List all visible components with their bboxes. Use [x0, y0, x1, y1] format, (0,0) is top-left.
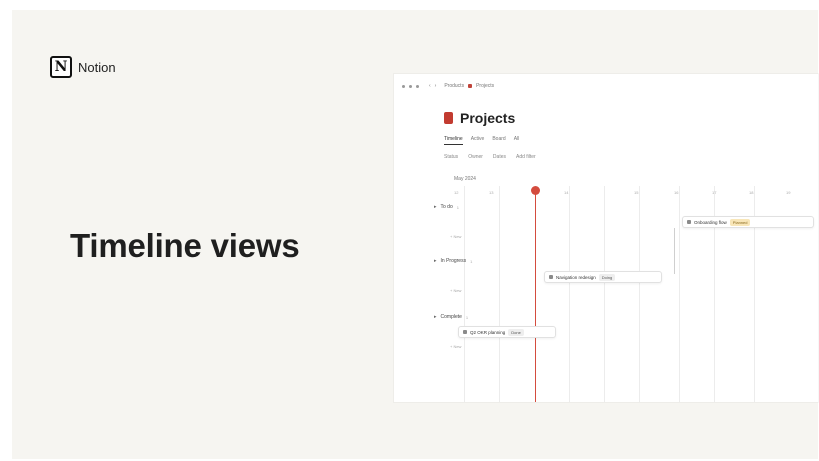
document-icon: [463, 330, 467, 334]
column-label: 17: [712, 190, 717, 195]
projects-icon: [444, 112, 453, 124]
group-complete[interactable]: ▸ Complete 1: [434, 314, 468, 320]
app-topbar: ‹ › Products Projects: [394, 80, 818, 92]
tab-timeline[interactable]: Timeline: [444, 136, 463, 145]
filter-bar: Status Owner Dates Add filter: [444, 154, 536, 160]
task-label: Onboarding flow: [694, 219, 727, 225]
add-filter-button[interactable]: Add filter: [516, 154, 536, 160]
column-label: 18: [749, 190, 754, 195]
breadcrumb-products[interactable]: Products: [444, 83, 464, 89]
window-control-icon[interactable]: [409, 84, 412, 88]
timeline-item[interactable]: Onboarding flow Planned: [682, 216, 814, 228]
group-todo[interactable]: ▸ To do 1: [434, 204, 459, 210]
new-row-button[interactable]: + New: [450, 344, 461, 349]
timeline-item[interactable]: Navigation redesign Doing: [544, 271, 662, 283]
task-label: Navigation redesign: [556, 274, 596, 280]
toggle-icon[interactable]: ▸: [434, 204, 437, 210]
column-label: 19: [786, 190, 791, 195]
column-label: 14: [564, 190, 569, 195]
group-in-progress[interactable]: ▸ In Progress 1: [434, 258, 472, 264]
toggle-icon[interactable]: ▸: [434, 314, 437, 320]
new-row-button[interactable]: + New: [450, 288, 461, 293]
timeline-item[interactable]: Q2 OKR planning Done: [458, 326, 556, 338]
projects-page-icon: [468, 84, 473, 88]
month-label: May 2024: [454, 176, 476, 182]
column-label: 15: [634, 190, 639, 195]
document-icon: [549, 275, 553, 279]
tab-all[interactable]: All: [514, 136, 520, 145]
group-label: In Progress: [440, 258, 467, 264]
new-row-button[interactable]: + New: [450, 234, 461, 239]
document-icon: [687, 220, 691, 224]
today-line: [535, 188, 536, 402]
column-label: 13: [489, 190, 494, 195]
headline: Timeline views: [70, 227, 300, 264]
toggle-icon[interactable]: ▸: [434, 258, 437, 264]
brand: N Notion: [50, 56, 116, 78]
grid-line: [679, 186, 680, 402]
grid-line: [604, 186, 605, 402]
nav-forward-icon[interactable]: ›: [435, 83, 437, 89]
today-marker: [531, 186, 540, 195]
task-label: Q2 OKR planning: [470, 329, 506, 335]
grid-line: [639, 186, 640, 402]
nav-back-icon[interactable]: ‹: [429, 83, 431, 89]
tab-active[interactable]: Active: [471, 136, 485, 145]
group-count: 1: [465, 314, 469, 320]
view-tabs: Timeline Active Board All: [444, 136, 519, 145]
filter-dates[interactable]: Dates: [493, 154, 506, 160]
tab-board[interactable]: Board: [492, 136, 505, 145]
grid-line: [569, 186, 570, 402]
notion-logo-icon: N: [50, 56, 72, 78]
grid-line: [464, 186, 465, 402]
window-control-icon[interactable]: [416, 84, 419, 88]
brand-name: Notion: [78, 59, 116, 75]
page-title: Projects: [460, 110, 516, 126]
window-control-icon[interactable]: [402, 84, 405, 88]
group-count: 1: [470, 258, 473, 264]
status-badge: Doing: [598, 273, 616, 281]
group-count: 1: [456, 204, 459, 210]
column-label: 16: [674, 190, 679, 195]
column-label: 12: [454, 190, 459, 195]
app-window: ‹ › Products Projects Projects Timeline …: [394, 74, 818, 402]
dependency-line: [674, 228, 675, 274]
group-label: To do: [440, 204, 453, 210]
filter-owner[interactable]: Owner: [468, 154, 483, 160]
breadcrumb-projects[interactable]: Projects: [476, 83, 494, 89]
status-badge: Done: [508, 328, 524, 336]
filter-status[interactable]: Status: [444, 154, 458, 160]
group-label: Complete: [440, 314, 462, 320]
grid-line: [499, 186, 500, 402]
status-badge: Planned: [729, 218, 751, 226]
